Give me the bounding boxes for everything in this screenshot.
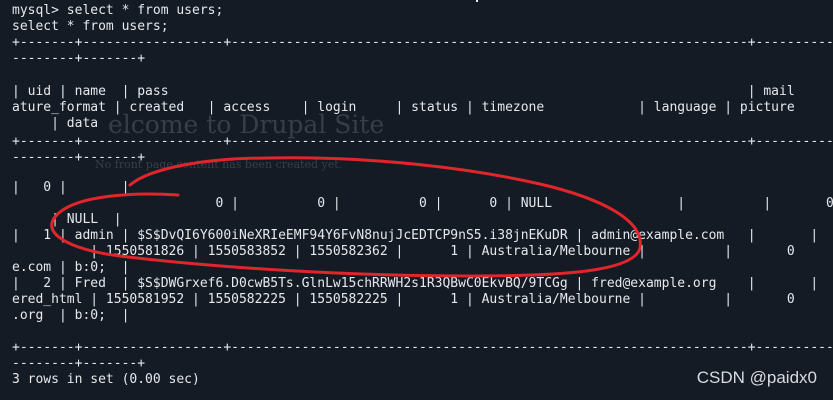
csdn-watermark: CSDN @paidx0 xyxy=(696,368,817,387)
terminal-line: ature_format | created | access | login … xyxy=(12,100,795,115)
terminal-line: | uid | name | pass | mail | theme | s xyxy=(12,84,795,99)
terminal-line: --------+-------+ xyxy=(12,150,146,165)
terminal-line: | 0 | | xyxy=(12,180,130,195)
terminal-line: e.com | b:0; | xyxy=(12,260,130,275)
terminal-line: 0 | 0 | 0 | 0 | NULL | | 0 xyxy=(12,196,833,211)
terminal-line: --------+-------+ xyxy=(12,51,146,66)
terminal-line: ered_html | 1550581952 | 1550582225 | 15… xyxy=(12,292,795,307)
terminal-line: --------+-------+ xyxy=(12,356,146,371)
terminal-window[interactable]: elcome to Drupal Site No front page cont… xyxy=(0,0,833,400)
text-cursor xyxy=(476,0,478,2)
terminal-line: mysql> select * from users; xyxy=(12,3,224,18)
terminal-line: 3 rows in set (0.00 sec) xyxy=(12,372,200,387)
terminal-line: .org | b:0; | xyxy=(12,308,130,323)
terminal-line: | 1550581826 | 1550583852 | 1550582362 |… xyxy=(12,244,795,259)
terminal-line: | 1 | admin | $S$DvQI6Y600iNeXRIeEMF94Y6… xyxy=(12,228,819,243)
terminal-line: select * from users; xyxy=(12,19,169,34)
terminal-line: +-------+------------------+------------… xyxy=(12,340,833,355)
terminal-line: | data xyxy=(12,116,99,131)
terminal-line: +-------+------------------+------------… xyxy=(12,134,833,149)
terminal-line: +-------+------------------+------------… xyxy=(12,35,833,50)
terminal-line: | 2 | Fred | $S$DWGrxef6.D0cwB5Ts.GlnLw1… xyxy=(12,276,819,291)
terminal-line: | NULL | xyxy=(12,212,122,227)
